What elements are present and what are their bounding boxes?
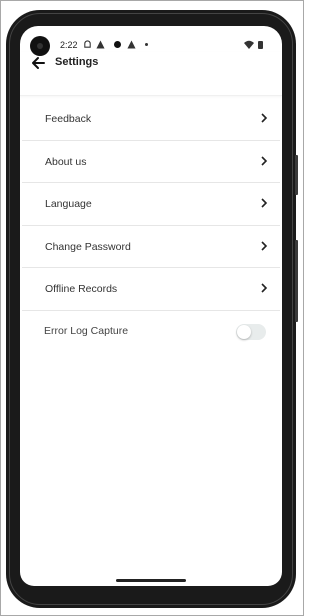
- settings-item-offline-records[interactable]: Offline Records: [22, 268, 280, 311]
- status-time: 2:22: [60, 40, 78, 50]
- wifi-icon: [244, 40, 254, 52]
- warning-icon: [96, 40, 105, 52]
- chevron-right-icon: [261, 240, 268, 251]
- settings-item-label: About us: [45, 155, 87, 168]
- app-header: Settings: [20, 52, 282, 96]
- error-log-toggle[interactable]: [236, 323, 266, 340]
- settings-item-language[interactable]: Language: [22, 183, 280, 226]
- dot-icon: [145, 43, 148, 46]
- settings-item-about-us[interactable]: About us: [22, 141, 280, 183]
- settings-item-change-password[interactable]: Change Password: [22, 226, 280, 268]
- phone-screen: 2:22 Settings Feedback About us Language…: [20, 26, 282, 586]
- toggle-knob: [237, 324, 251, 339]
- settings-list: Feedback About us Language Change Passwo…: [20, 98, 282, 353]
- power-button: [295, 240, 298, 322]
- chevron-right-icon: [261, 198, 268, 208]
- home-indicator[interactable]: [116, 579, 186, 582]
- battery-icon: [258, 41, 263, 49]
- circle-icon: [114, 41, 121, 48]
- toggle-label: Error Log Capture: [44, 324, 129, 337]
- settings-item-label: Language: [45, 198, 92, 210]
- android-icon: [83, 40, 92, 52]
- settings-item-label: Feedback: [45, 113, 92, 125]
- page-title: Settings: [55, 56, 99, 68]
- settings-item-feedback[interactable]: Feedback: [22, 98, 280, 141]
- arrow-left-icon: [32, 57, 45, 69]
- settings-item-label: Offline Records: [45, 283, 118, 295]
- back-button[interactable]: [28, 53, 48, 73]
- volume-button: [295, 155, 298, 195]
- chevron-right-icon: [261, 155, 268, 166]
- settings-item-label: Change Password: [45, 240, 131, 253]
- settings-item-error-log-capture: Error Log Capture: [22, 311, 280, 353]
- warning-icon: [127, 40, 136, 52]
- chevron-right-icon: [261, 113, 268, 123]
- chevron-right-icon: [261, 283, 268, 293]
